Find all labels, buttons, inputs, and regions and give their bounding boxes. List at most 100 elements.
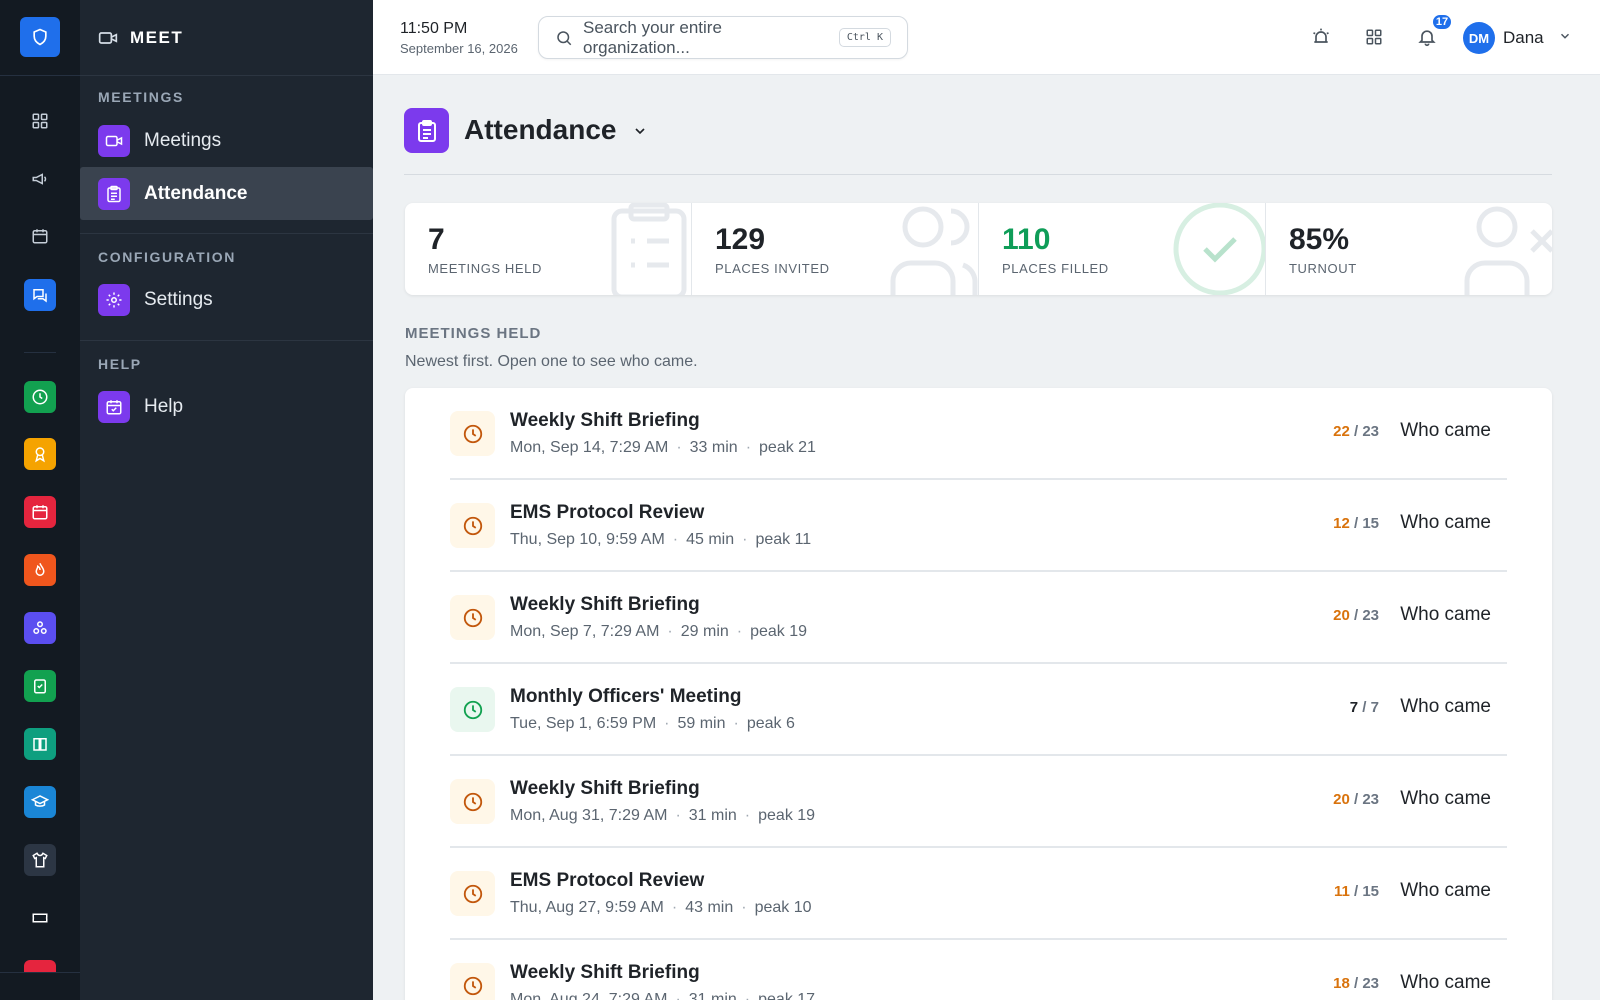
meetings-list: Weekly Shift Briefing Mon, Sep 14, 7:29 A… (405, 388, 1552, 1000)
meeting-title: Weekly Shift Briefing (510, 594, 700, 615)
meeting-meta: Tue, Sep 1, 6:59 PM · 59 min · peak 6 (510, 715, 795, 733)
meeting-date: Mon, Sep 14, 7:29 AM (510, 439, 669, 456)
avatar[interactable]: DM (1463, 22, 1495, 54)
section-title-configuration: CONFIGURATION (98, 249, 236, 265)
shield-logo-icon[interactable] (20, 17, 60, 57)
clock-icon (450, 779, 495, 824)
who-came-button[interactable]: Who came (1400, 604, 1491, 626)
who-came-button[interactable]: Who came (1400, 512, 1491, 534)
graduation-cap-icon[interactable] (24, 786, 56, 818)
network-icon[interactable] (24, 612, 56, 644)
list-item[interactable]: Weekly Shift Briefing Mon, Sep 7, 7:29 AM… (450, 572, 1507, 664)
meeting-peak: peak 11 (755, 531, 812, 548)
who-came-button[interactable]: Who came (1400, 788, 1491, 810)
calendar-icon[interactable] (24, 496, 56, 528)
attendance-count: 7 / 7 (1349, 699, 1379, 716)
invited-count: 15 (1362, 883, 1379, 900)
meeting-meta: Thu, Aug 27, 9:59 AM · 43 min · peak 10 (510, 899, 812, 917)
meeting-peak: peak 21 (759, 439, 816, 456)
meeting-meta: Thu, Sep 10, 9:59 AM · 45 min · peak 11 (510, 531, 811, 549)
meeting-date: Thu, Aug 27, 9:59 AM (510, 899, 664, 916)
who-came-button[interactable]: Who came (1400, 420, 1491, 442)
list-item[interactable]: EMS Protocol Review Thu, Aug 27, 9:59 AM ·… (450, 848, 1507, 940)
chevron-down-icon[interactable] (632, 123, 648, 139)
list-item[interactable]: EMS Protocol Review Thu, Sep 10, 9:59 AM ·… (450, 480, 1507, 572)
meeting-meta: Mon, Sep 14, 7:29 AM · 33 min · peak 21 (510, 439, 816, 457)
separator-dot: · (675, 807, 681, 824)
meeting-date: Mon, Aug 31, 7:29 AM (510, 807, 668, 824)
notification-badge: 17 (1431, 13, 1453, 31)
meeting-title: EMS Protocol Review (510, 870, 705, 891)
section-subtitle: Newest first. Open one to see who came. (405, 353, 698, 370)
sidebar-item-help[interactable]: Help (80, 380, 373, 433)
meeting-date: Tue, Sep 1, 6:59 PM (510, 715, 657, 732)
sidebar-item-label: Meetings (144, 129, 222, 151)
dashboard-icon[interactable] (24, 105, 56, 137)
book-icon[interactable] (24, 728, 56, 760)
alert-icon[interactable] (24, 960, 56, 972)
list-item[interactable]: Weekly Shift Briefing Mon, Aug 24, 7:29 A… (450, 940, 1507, 1000)
invited-count: 23 (1362, 607, 1379, 624)
alert-siren-icon[interactable] (1308, 24, 1334, 50)
award-icon[interactable] (24, 438, 56, 470)
meeting-duration: 43 min (685, 899, 734, 916)
clock-icon (450, 503, 495, 548)
stat-value: 129 (715, 223, 766, 256)
stat-meetings-held: 7 MEETINGS HELD (405, 203, 692, 295)
who-came-button[interactable]: Who came (1400, 696, 1491, 718)
separator-dot: · (672, 531, 679, 548)
ticket-icon[interactable] (24, 902, 56, 934)
invited-count: 7 (1370, 699, 1379, 716)
clock-icon (450, 871, 495, 916)
video-camera-icon (98, 31, 118, 44)
attendance-count: 20 / 23 (1333, 791, 1379, 808)
chevron-down-icon[interactable] (1558, 29, 1572, 43)
stat-label: TURNOUT (1289, 261, 1357, 276)
flame-icon[interactable] (24, 554, 56, 586)
divider (404, 174, 1552, 175)
attendance-count: 22 / 23 (1333, 423, 1379, 440)
who-came-button[interactable]: Who came (1400, 972, 1491, 994)
who-came-button[interactable]: Who came (1400, 880, 1491, 902)
stats-bar: 7 MEETINGS HELD 129 PLACES INVITED 110 P… (405, 203, 1552, 295)
stat-value: 85% (1289, 223, 1350, 256)
shirt-icon[interactable] (24, 844, 56, 876)
sidebar-item-label: Attendance (144, 182, 248, 204)
attended-count: 22 (1333, 423, 1350, 440)
megaphone-icon[interactable] (24, 163, 56, 195)
stat-label: PLACES FILLED (1002, 261, 1109, 276)
clock-icon[interactable] (24, 381, 56, 413)
list-item[interactable]: Monthly Officers' Meeting Tue, Sep 1, 6:5… (450, 664, 1507, 756)
meeting-meta: Mon, Sep 7, 7:29 AM · 29 min · peak 19 (510, 623, 807, 641)
attended-count: 12 (1333, 515, 1350, 532)
meeting-duration: 29 min (680, 623, 729, 640)
attended-count: 7 (1349, 699, 1359, 716)
meeting-duration: 45 min (686, 531, 735, 548)
search-shortcut: Ctrl K (838, 28, 891, 47)
meeting-title: Weekly Shift Briefing (510, 962, 700, 983)
sidebar-item-attendance[interactable]: Attendance (80, 167, 373, 220)
separator-dot: · (675, 991, 681, 1000)
clipboard-icon (404, 108, 449, 153)
sidebar-item-settings[interactable]: Settings (80, 273, 373, 326)
meeting-peak: peak 10 (754, 899, 812, 916)
meeting-peak: peak 19 (758, 807, 816, 824)
meeting-meta: Mon, Aug 24, 7:29 AM · 31 min · peak 17 (510, 991, 815, 1000)
list-item[interactable]: Weekly Shift Briefing Mon, Aug 31, 7:29 A… (450, 756, 1507, 848)
calendar-icon[interactable] (24, 220, 56, 252)
search-input[interactable]: Search your entire organization... Ctrl … (538, 16, 908, 59)
list-item[interactable]: Weekly Shift Briefing Mon, Sep 14, 7:29 A… (450, 388, 1507, 480)
meeting-meta: Mon, Aug 31, 7:29 AM · 31 min · peak 19 (510, 807, 815, 825)
meeting-title: Monthly Officers' Meeting (510, 686, 742, 707)
separator-dot: · (736, 623, 743, 640)
chat-icon[interactable] (24, 279, 56, 311)
sidebar-item-meetings[interactable]: Meetings (80, 114, 373, 167)
page-title[interactable]: Attendance (464, 114, 616, 146)
user-name[interactable]: Dana (1503, 28, 1544, 48)
apps-grid-icon[interactable] (1361, 24, 1387, 50)
attended-count: 20 (1333, 607, 1350, 624)
attended-count: 20 (1333, 791, 1350, 808)
stat-places-filled: 110 PLACES FILLED (979, 203, 1266, 295)
separator-dot: · (667, 623, 673, 640)
checklist-icon[interactable] (24, 670, 56, 702)
